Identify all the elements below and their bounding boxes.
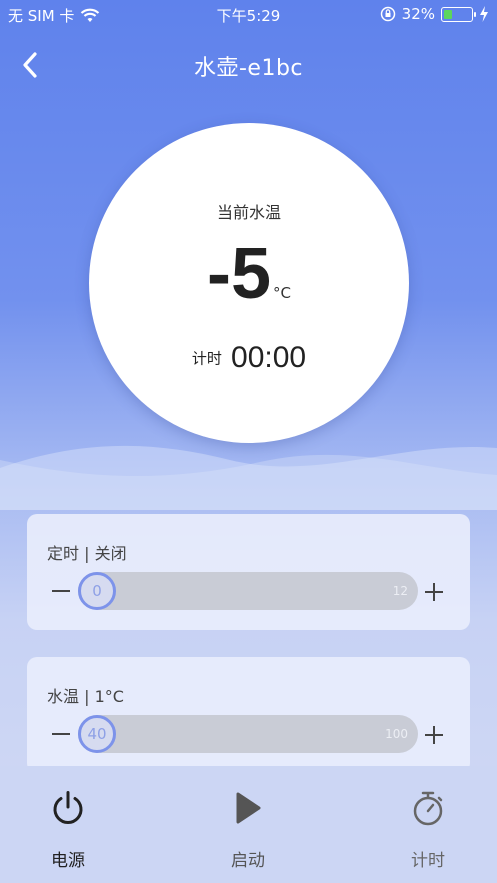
bottom-tab-bar: 电源 启动 计时 [0, 766, 497, 883]
page-title: 水壶-e1bc [193, 56, 304, 81]
temperature-slider-thumb[interactable]: 40 [78, 715, 116, 753]
tab-start[interactable]: 启动 [198, 788, 298, 871]
tab-power[interactable]: 电源 [18, 788, 118, 871]
tab-timer-label: 计时 [411, 851, 445, 871]
timer-slider[interactable]: 12 0 [78, 572, 418, 610]
temperature-increase-button[interactable] [425, 726, 443, 744]
temperature-readout: -5 °C [89, 233, 409, 315]
temperature-value: -5 [206, 234, 272, 314]
play-icon [236, 792, 261, 824]
status-bar: 无 SIM 卡 下午5:29 32% [0, 0, 497, 28]
timer-slider-max: 12 [392, 584, 408, 598]
timer-label: 计时 [191, 349, 222, 368]
temperature-slider[interactable]: 100 40 [78, 715, 418, 753]
temperature-setting-card: 水温 | 1°C 100 40 [27, 657, 470, 773]
temperature-dial: 当前水温 -5 °C 计时 00:00 [89, 123, 409, 443]
timer-increase-button[interactable] [425, 583, 443, 601]
charging-icon [480, 6, 488, 22]
stopwatch-icon [413, 791, 443, 826]
temperature-decrease-button[interactable] [52, 733, 70, 735]
temperature-unit: °C [273, 284, 291, 302]
timer-decrease-button[interactable] [52, 590, 70, 592]
nav-header: 水壶-e1bc [0, 28, 497, 100]
current-temp-label: 当前水温 [216, 203, 281, 222]
timer-setting-card: 定时 | 关闭 12 0 [27, 514, 470, 630]
tab-start-label: 启动 [231, 851, 265, 871]
battery-level [444, 9, 453, 19]
power-icon [53, 791, 83, 824]
battery-percent: 32% [401, 5, 435, 23]
tab-timer[interactable]: 计时 [378, 788, 478, 871]
timer-readout: 计时 00:00 [89, 341, 409, 375]
temperature-setting-label: 水温 | 1°C [47, 687, 124, 706]
timer-value: 00:00 [231, 341, 307, 374]
orientation-lock-icon [380, 6, 395, 22]
timer-setting-label: 定时 | 关闭 [47, 544, 127, 563]
timer-slider-thumb[interactable]: 0 [78, 572, 116, 610]
tab-power-label: 电源 [51, 851, 85, 871]
battery-icon [441, 6, 476, 22]
temperature-slider-max: 100 [385, 727, 408, 741]
